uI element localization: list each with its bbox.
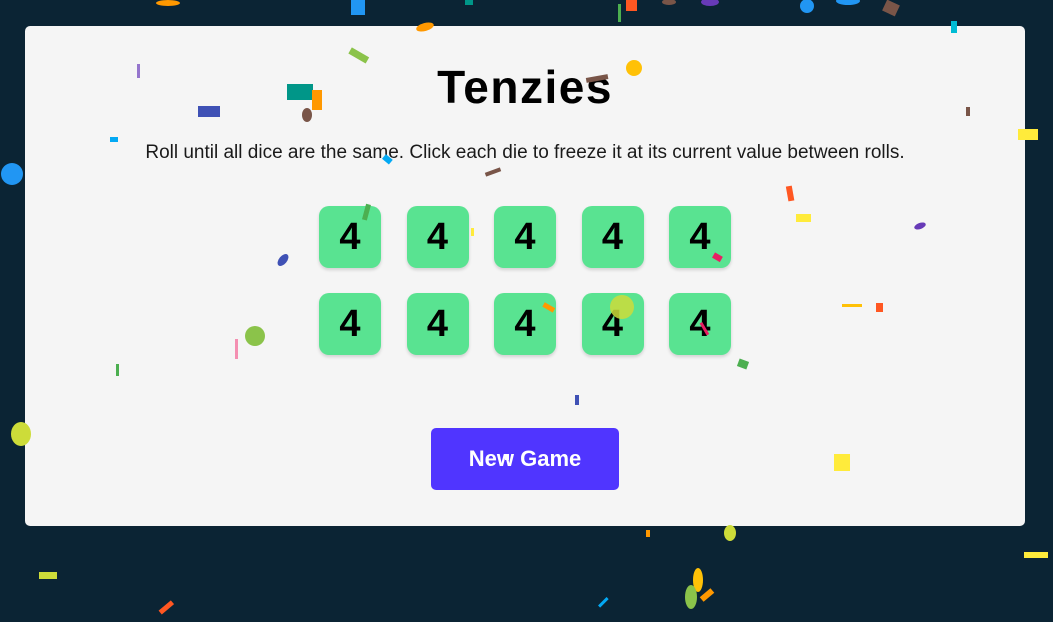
die-7[interactable]: 4 [406,293,469,355]
die-2[interactable]: 4 [406,206,469,268]
die-4[interactable]: 4 [581,206,644,268]
new-game-button[interactable]: New Game [431,428,619,490]
die-5[interactable]: 4 [669,206,731,268]
die-9[interactable]: 4 [581,293,644,355]
game-card: Tenzies Roll until all dice are the same… [25,26,1025,526]
die-6[interactable]: 4 [319,293,381,355]
dice-grid: 4 4 4 4 4 4 4 4 4 4 [319,206,731,355]
game-title: Tenzies [437,61,613,113]
die-10[interactable]: 4 [669,293,731,355]
die-1[interactable]: 4 [319,206,381,268]
die-8[interactable]: 4 [494,293,556,355]
game-instructions: Roll until all dice are the same. Click … [145,142,905,163]
die-3[interactable]: 4 [494,206,556,268]
